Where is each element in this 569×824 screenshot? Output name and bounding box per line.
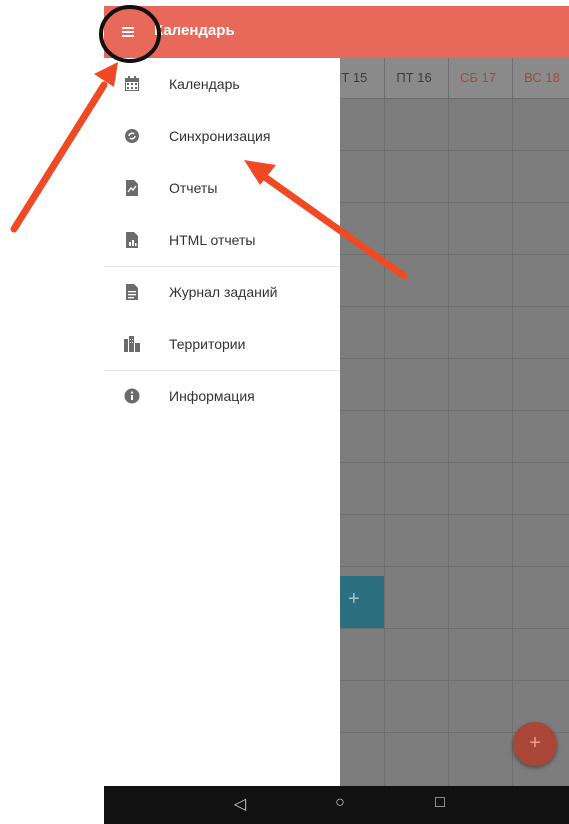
annotation-arrow: [10, 62, 118, 233]
highlight-circle: [99, 5, 161, 63]
annotation-arrow: [244, 160, 408, 280]
annotation-overlay: [10, 5, 408, 280]
